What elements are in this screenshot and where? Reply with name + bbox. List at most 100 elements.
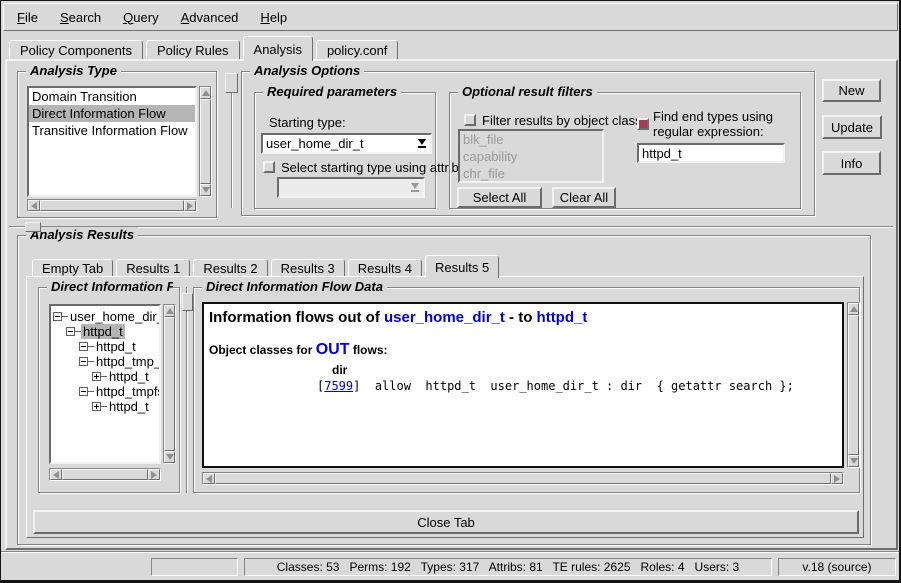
tree-node-label[interactable]: httpd_t [107, 399, 151, 414]
flow-tree-group: Direct Information Flow T user_home_dir_… [38, 287, 180, 493]
scrollbar-down-icon[interactable] [848, 455, 859, 467]
horizontal-sash-line [9, 226, 893, 228]
scrollbar-thumb[interactable] [200, 99, 211, 184]
scrollbar-up-icon[interactable] [848, 303, 859, 315]
rule-text: allow httpd_t user_home_dir_t : dir { ge… [360, 379, 793, 393]
tree-expander-icon[interactable] [66, 327, 75, 336]
tree-expander-icon[interactable] [92, 372, 101, 381]
status-panel-empty [151, 558, 238, 576]
regex-checkbox-label[interactable]: Find end types using regular expression: [653, 109, 815, 139]
attrib-checkbox[interactable] [263, 161, 275, 173]
data-vertical-scrollbar[interactable] [847, 302, 860, 468]
analysis-options-group: Analysis Options Required parameters Sta… [241, 71, 815, 216]
menu-item[interactable]: Search [49, 6, 112, 29]
tree-node-label[interactable]: httpd_t [107, 369, 151, 384]
tree-expander-icon[interactable] [79, 387, 88, 396]
object-classes-prefix: Object classes for [209, 343, 316, 357]
regex-checkbox[interactable] [637, 118, 649, 130]
scrollbar-right-icon[interactable] [148, 469, 160, 480]
menu-bar: File Search Query Advanced Help [3, 3, 898, 31]
scrollbar-right-icon[interactable] [831, 473, 843, 484]
scrollbar-down-icon[interactable] [164, 451, 175, 463]
tree-expander-icon[interactable] [92, 402, 101, 411]
data-horizontal-scrollbar[interactable] [202, 472, 844, 485]
flow-source-type: user_home_dir_t [384, 309, 505, 326]
clear-all-button[interactable]: Clear All [552, 187, 616, 208]
combo-arrow-icon[interactable] [414, 139, 430, 148]
flow-tree-title: Direct Information Flow T [47, 279, 173, 294]
regex-input[interactable] [637, 143, 785, 163]
tree-node-label[interactable]: httpd_t [81, 324, 125, 339]
close-tab-button[interactable]: Close Tab [33, 510, 859, 534]
info-button[interactable]: Info [822, 151, 881, 175]
results-tab[interactable]: Results 5 [425, 255, 499, 278]
analysis-type-option[interactable]: Transitive Information Flow [29, 122, 195, 139]
object-classes-suffix: flows: [350, 343, 388, 357]
results-tab[interactable]: Results 4 [348, 259, 422, 276]
vertical-sash-grip[interactable] [225, 73, 238, 93]
main-tab-bar: Policy Components Policy Rules Analysis … [9, 36, 398, 61]
results-tab[interactable]: Results 2 [193, 259, 267, 276]
analysis-type-listbox[interactable]: Domain Transition Direct Information Flo… [27, 86, 197, 197]
starting-type-value[interactable] [263, 136, 414, 151]
analysis-type-group: Analysis Type Domain Transition Direct I… [17, 71, 217, 218]
main-tab[interactable]: policy.conf [316, 40, 398, 59]
filter-object-class-label[interactable]: Filter results by object class: [482, 113, 645, 128]
analysis-type-option[interactable]: Direct Information Flow [29, 105, 195, 122]
scrollbar-down-icon[interactable] [200, 184, 211, 196]
scrollbar-thumb[interactable] [848, 315, 859, 455]
flow-data-title: Direct Information Flow Data [202, 279, 387, 294]
scrollbar-thumb[interactable] [62, 469, 148, 480]
scrollbar-left-icon[interactable] [28, 200, 40, 211]
flow-direction: OUT [316, 341, 350, 358]
scrollbar-left-icon[interactable] [203, 473, 215, 484]
tree-node-label[interactable]: user_home_dir_t [68, 309, 161, 324]
attrib-checkbox-label[interactable]: Select starting type using attrib: [281, 160, 462, 175]
scrollbar-right-icon[interactable] [184, 200, 196, 211]
tree-expander-icon[interactable] [79, 357, 88, 366]
results-sash-grip[interactable] [182, 293, 193, 311]
horizontal-sash-grip[interactable] [25, 222, 41, 232]
results-tab[interactable]: Results 1 [116, 259, 190, 276]
menu-item[interactable]: Query [112, 6, 169, 29]
analysis-type-option[interactable]: Domain Transition [29, 88, 195, 105]
optional-result-filters-group: Optional result filters Filter results b… [449, 92, 801, 209]
scrollbar-left-icon[interactable] [50, 469, 62, 480]
flow-heading-prefix: Information flows out of [209, 309, 384, 326]
results-tab[interactable]: Empty Tab [32, 259, 113, 276]
tree-node: httpd_tmp_t [53, 354, 159, 369]
flow-data-textarea[interactable]: Information flows out of user_home_dir_t… [202, 302, 844, 468]
analysis-type-horizontal-scrollbar[interactable] [27, 199, 197, 212]
menu-item[interactable]: Help [249, 6, 298, 29]
status-bar-separator [1, 551, 899, 553]
menu-item[interactable]: File [6, 6, 49, 29]
update-button[interactable]: Update [822, 115, 882, 139]
new-button[interactable]: New [822, 79, 881, 102]
tree-horizontal-scrollbar[interactable] [49, 468, 161, 481]
scrollbar-up-icon[interactable] [164, 305, 175, 317]
tree-expander-icon[interactable] [53, 312, 62, 321]
scrollbar-up-icon[interactable] [200, 87, 211, 99]
tree-expander-icon[interactable] [79, 342, 88, 351]
tree-node-label[interactable]: httpd_tmpfs_t [94, 384, 161, 399]
tree-node-label[interactable]: httpd_tmp_t [94, 354, 161, 369]
flow-data-group: Direct Information Flow Data Information… [193, 287, 860, 493]
starting-type-combobox[interactable] [261, 133, 432, 154]
main-tab[interactable]: Analysis [243, 36, 313, 61]
main-tab[interactable]: Policy Components [9, 40, 143, 59]
results-tab[interactable]: Results 3 [271, 259, 345, 276]
main-tab[interactable]: Policy Rules [146, 40, 240, 59]
scrollbar-thumb[interactable] [40, 200, 184, 211]
select-all-button[interactable]: Select All [457, 187, 542, 208]
tree-node: httpd_t [53, 339, 159, 354]
tree-node-label[interactable]: httpd_t [94, 339, 138, 354]
rule-number-link[interactable]: 7599 [324, 379, 353, 393]
flow-tree[interactable]: user_home_dir_t httpd_t [49, 304, 161, 464]
scrollbar-thumb[interactable] [215, 473, 831, 484]
object-class-option: blk_file [460, 131, 602, 148]
scrollbar-thumb[interactable] [164, 317, 175, 451]
filter-object-class-checkbox[interactable] [464, 114, 476, 126]
menu-item[interactable]: Advanced [170, 6, 250, 29]
tree-vertical-scrollbar[interactable] [163, 304, 176, 464]
analysis-type-vertical-scrollbar[interactable] [199, 86, 212, 197]
